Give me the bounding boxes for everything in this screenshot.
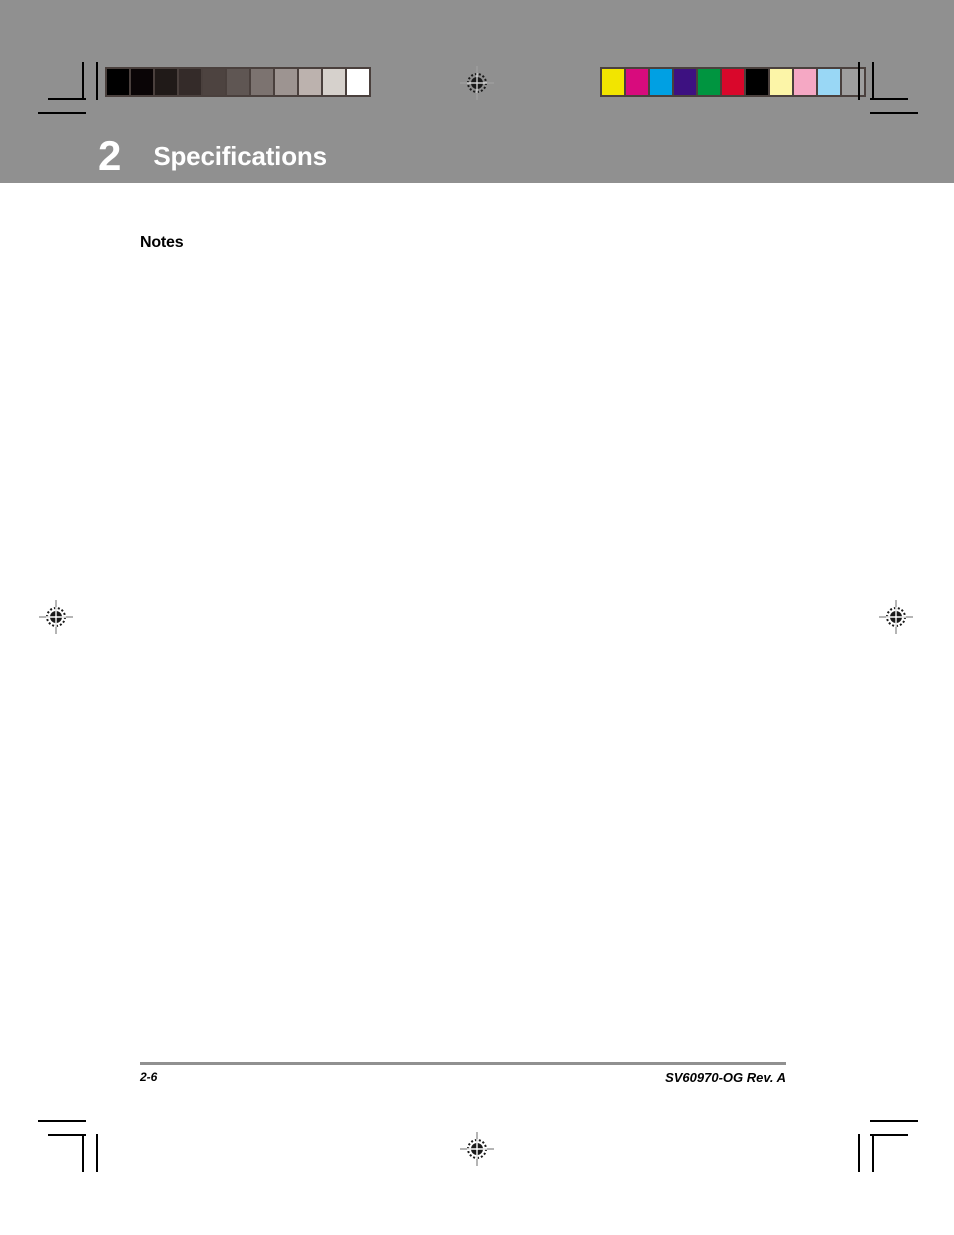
swatch-light-blue (818, 69, 840, 95)
swatch-light-yellow (770, 69, 792, 95)
swatch-pink (794, 69, 816, 95)
footer: 2-6 SV60970-OG Rev. A (140, 1070, 786, 1090)
footer-page-number: 2-6 (140, 1070, 158, 1084)
registration-target-right-icon (879, 600, 913, 634)
swatch-red (722, 69, 744, 95)
swatch-green (698, 69, 720, 95)
crop-mark-top-right-icon (856, 62, 918, 114)
color-control-bar (600, 67, 866, 97)
gray-step-1 (107, 69, 129, 95)
notes-body-area (140, 268, 786, 1028)
registration-target-top-icon (460, 66, 494, 100)
swatch-violet (674, 69, 696, 95)
crop-mark-bottom-left-icon (38, 1118, 100, 1172)
gray-step-3 (155, 69, 177, 95)
chapter-header: 2 Specifications (0, 128, 954, 183)
gray-step-8 (275, 69, 297, 95)
gray-step-4 (179, 69, 201, 95)
swatch-yellow (602, 69, 624, 95)
grayscale-step-wedge (105, 67, 371, 97)
notes-heading: Notes (140, 234, 184, 251)
gray-step-11 (347, 69, 369, 95)
crop-mark-top-left-icon (38, 62, 100, 114)
swatch-cyan (650, 69, 672, 95)
registration-target-left-icon (39, 600, 73, 634)
gray-step-7 (251, 69, 273, 95)
gray-step-2 (131, 69, 153, 95)
footer-rule (140, 1062, 786, 1065)
registration-target-bottom-icon (460, 1132, 494, 1166)
swatch-magenta (626, 69, 648, 95)
footer-document-id: SV60970-OG Rev. A (665, 1070, 786, 1085)
gray-step-6 (227, 69, 249, 95)
gray-step-9 (299, 69, 321, 95)
swatch-black (746, 69, 768, 95)
gray-step-10 (323, 69, 345, 95)
crop-mark-bottom-right-icon (856, 1118, 918, 1172)
gray-step-5 (203, 69, 225, 95)
chapter-title: Specifications (153, 140, 327, 171)
chapter-number: 2 (98, 131, 121, 179)
